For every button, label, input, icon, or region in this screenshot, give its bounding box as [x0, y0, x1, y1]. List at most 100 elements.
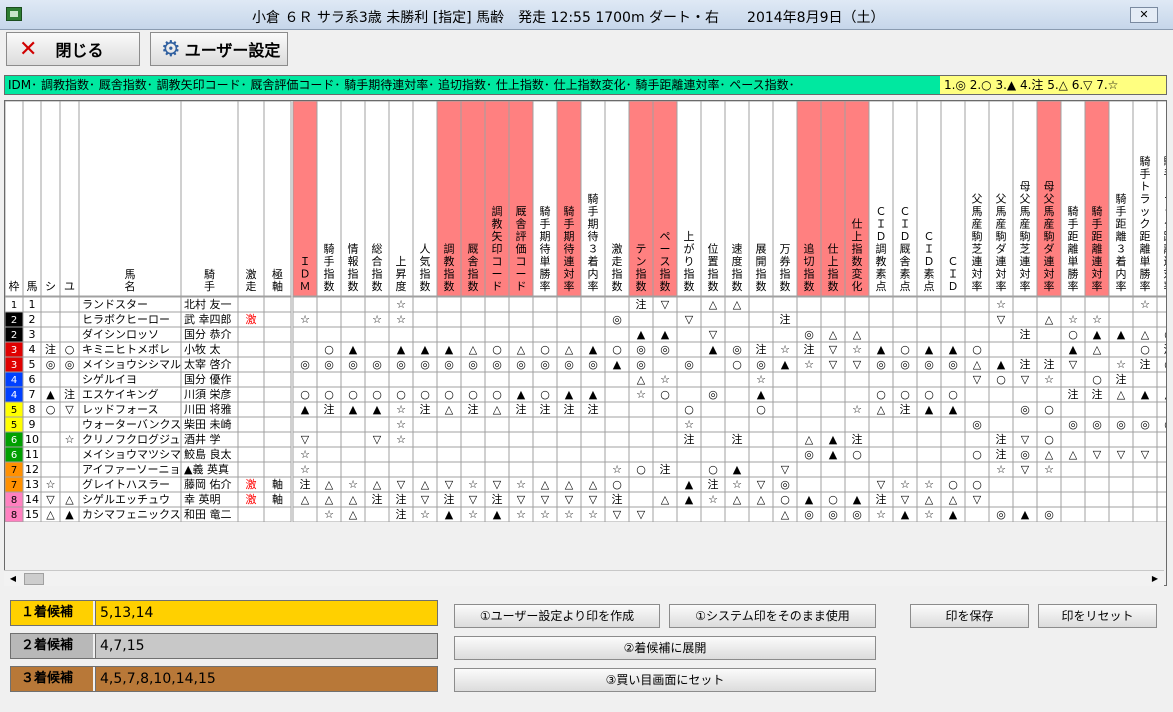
mark-value: △	[733, 298, 742, 311]
table-row	[5, 402, 1166, 417]
index-header-label: 勝	[540, 267, 551, 281]
index-header-label: ン	[636, 255, 647, 268]
index-header-label: Ｉ	[300, 255, 311, 268]
fixed-header-label: 枠	[9, 279, 20, 293]
index-header-label: 教	[492, 218, 503, 231]
mark-value: ▽	[1021, 463, 1030, 476]
index-header-label: 万	[780, 243, 791, 256]
index-header-label: 騎	[1164, 155, 1168, 168]
mark-value: ◎	[708, 388, 718, 401]
jockey-name: 幸 英明	[184, 492, 221, 506]
mark-value: ▽	[829, 343, 838, 356]
waku-number: 8	[11, 495, 17, 506]
fixed-header-cell	[78, 101, 182, 297]
mark-legend: 1.◎ 2.○ 3.▲ 4.注 5.△ 6.▽ 7.☆	[940, 76, 1166, 94]
second-place-value[interactable]: 4,7,15	[95, 634, 437, 658]
expand-to-candidates-button[interactable]: ②着候補に展開	[454, 636, 876, 660]
mark-value: ▲	[685, 478, 694, 491]
index-header-label: 勝	[1068, 267, 1079, 281]
row-cell-value: 10	[25, 433, 39, 446]
index-header-label: テ	[636, 243, 647, 256]
mark-value: ○	[636, 463, 646, 476]
scroll-thumb[interactable]	[24, 573, 44, 585]
mark-value: 注	[1140, 357, 1151, 371]
use-system-marks-button[interactable]: ①システム印をそのまま使用	[669, 604, 876, 628]
index-header-label: ダ	[996, 242, 1007, 256]
index-header-label: 化	[852, 279, 863, 293]
window-title: 小倉 ６Ｒ サラ系3歳 未勝利 [指定] 馬齢 発走 12:55 1700m ダ…	[252, 10, 885, 26]
row-cell-value: ○	[65, 343, 75, 356]
mark-value: ◎	[756, 358, 766, 371]
window-close-button[interactable]: ✕	[1130, 7, 1158, 23]
mark-value: △	[973, 358, 982, 371]
row-cell-value: 激	[246, 477, 257, 491]
third-place-candidates: ３着候補 4,5,7,8,10,14,15	[10, 666, 438, 692]
index-header-label: 手	[1068, 217, 1079, 231]
mark-value: ▽	[661, 298, 670, 311]
mark-value: ▽	[973, 493, 982, 506]
mark-value: ▽	[301, 433, 310, 446]
fixed-header-cell	[22, 101, 42, 297]
row-cell-value: 8	[29, 403, 36, 416]
mark-value: 注	[588, 402, 599, 416]
first-place-value[interactable]: 5,13,14	[95, 601, 437, 625]
mark-value: ▽	[469, 493, 478, 506]
create-marks-from-user-settings-button[interactable]: ①ユーザー設定より印を作成	[454, 604, 660, 628]
table-row	[5, 477, 1166, 492]
user-settings-button[interactable]: ⚙ ユーザー設定	[150, 32, 288, 66]
mark-value: ▽	[1069, 358, 1078, 371]
mark-value: ○	[852, 448, 862, 461]
mark-value: ▽	[973, 373, 982, 386]
row-cell-value: 注	[45, 342, 56, 356]
index-header-label: ク	[1140, 218, 1151, 231]
third-place-value[interactable]: 4,5,7,8,10,14,15	[95, 667, 437, 691]
gear-icon: ⚙	[161, 36, 181, 62]
save-marks-button[interactable]: 印を保存	[910, 604, 1029, 628]
mark-value: 注	[876, 492, 887, 506]
index-header-label: Ｃ	[948, 255, 959, 268]
mark-value: ☆	[732, 478, 742, 491]
index-header-label: 数	[828, 280, 839, 293]
mark-value: ▽	[1021, 373, 1030, 386]
mark-value: ○	[1044, 433, 1054, 446]
fixed-header-cell	[5, 101, 24, 297]
scroll-right-icon[interactable]: ▶	[1148, 572, 1162, 586]
mark-value: ◎	[804, 448, 814, 461]
index-header-label: 指	[468, 267, 479, 281]
mark-value: ▲	[373, 403, 382, 416]
index-header-label: 騎	[324, 243, 335, 256]
mark-value: ☆	[516, 508, 526, 521]
mark-value: ▲	[445, 508, 454, 521]
waku-number: 4	[11, 375, 17, 386]
mark-value: △	[445, 403, 454, 416]
set-to-bet-screen-button[interactable]: ③買い目画面にセット	[454, 668, 876, 692]
index-header-label: 厩	[900, 243, 911, 256]
mark-value: ▲	[781, 358, 790, 371]
mark-value: △	[517, 343, 526, 356]
mark-value: ☆	[708, 493, 718, 506]
index-header-label: 度	[396, 279, 407, 293]
horse-name: ウォーターバンクス	[82, 418, 181, 431]
index-header-label: 対	[1044, 267, 1055, 281]
mark-value: ☆	[852, 343, 862, 356]
row-cell-value: ▲	[65, 508, 74, 521]
mark-value: ☆	[396, 433, 406, 446]
mark-value: 注	[660, 462, 671, 476]
close-button[interactable]: ✕ 閉じる	[6, 32, 140, 66]
mark-value: △	[565, 478, 574, 491]
mark-value: ○	[732, 358, 742, 371]
index-header-label: 手	[1140, 167, 1151, 181]
mark-value: ◎	[732, 343, 742, 356]
scroll-left-icon[interactable]: ◀	[6, 572, 20, 586]
horizontal-scrollbar[interactable]: ◀ ▶	[4, 570, 1164, 586]
fixed-header-label: 名	[125, 279, 136, 293]
index-header-label: 駒	[1020, 230, 1031, 243]
entries-grid[interactable]: 枠馬シユ馬名騎手激走極軸ＩＤＭ騎手指数情報指数総合指数上昇度人気指数調教指数厩舎…	[4, 100, 1167, 586]
mark-value: ▽	[637, 508, 646, 521]
row-cell-value: 13	[25, 478, 39, 491]
mark-value: ▽	[373, 433, 382, 446]
fixed-header-label: 軸	[272, 279, 283, 293]
index-header-label: 父	[1044, 193, 1055, 206]
reset-marks-button[interactable]: 印をリセット	[1038, 604, 1157, 628]
mark-value: 注	[564, 402, 575, 416]
